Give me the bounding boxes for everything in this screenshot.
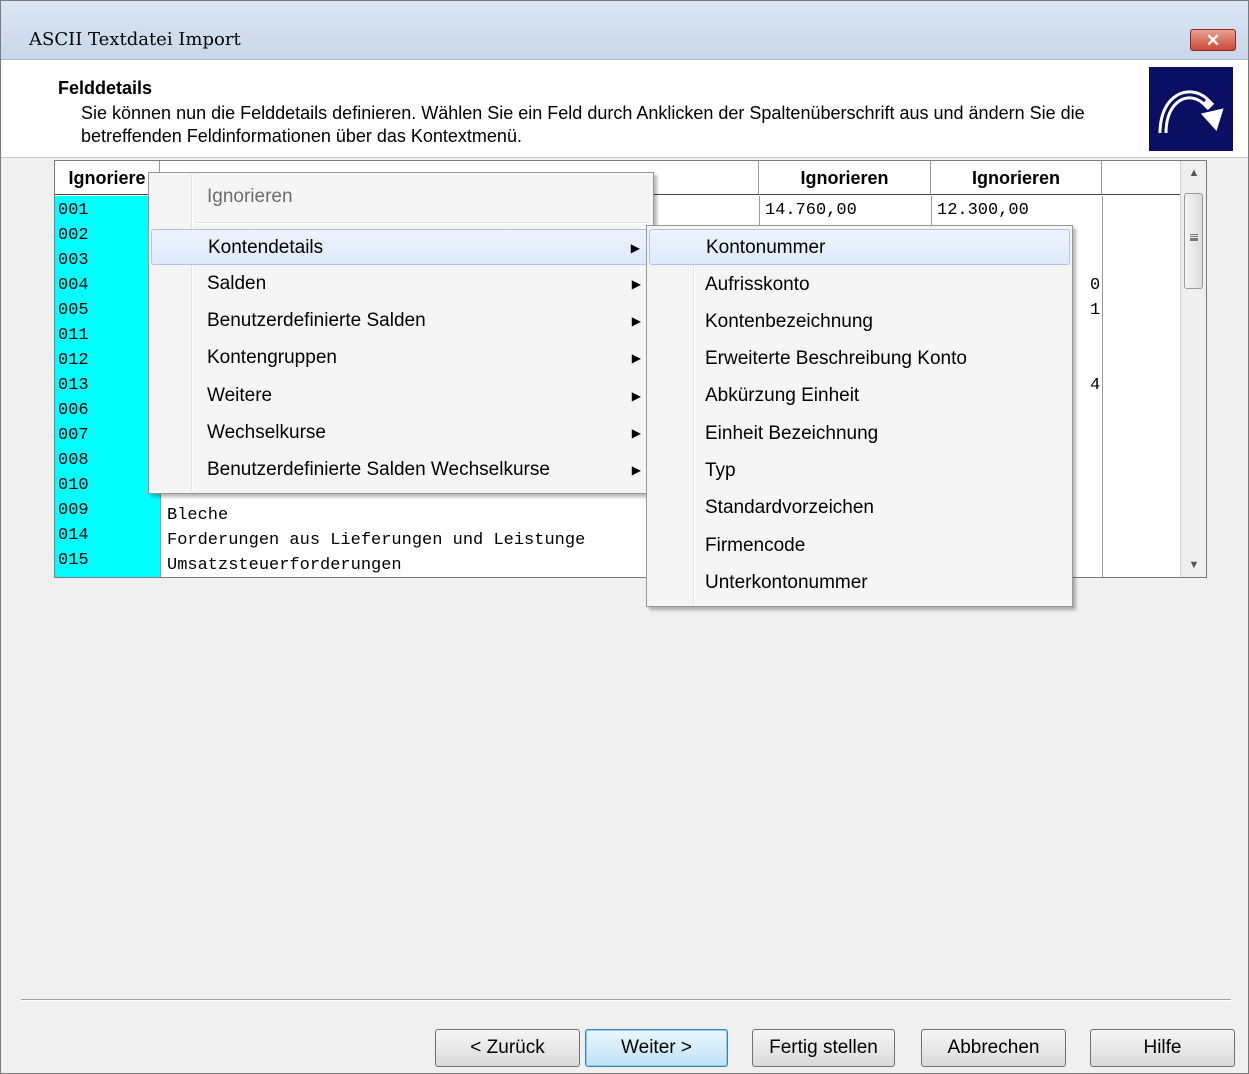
menu-item-label: Firmencode [705, 535, 806, 556]
menu-item-label: Wechselkurse [207, 422, 326, 443]
submenu-item-kontonummer[interactable]: Kontonummer [649, 229, 1070, 265]
menu-item-label: Abkürzung Einheit [705, 385, 860, 406]
menu-item-label: Unterkontonummer [705, 572, 868, 593]
menu-separator [195, 222, 649, 224]
menu-item-label: Benutzerdefinierte Salden [207, 310, 426, 331]
menu-item-ignorieren: Ignorieren [151, 179, 651, 215]
window-title: ASCII Textdatei Import [29, 29, 241, 50]
submenu-arrow-icon: ▶ [630, 241, 640, 255]
id-column: 001 002 003 004 005 011 012 013 006 007 … [55, 196, 160, 577]
table-cell-id: 004 [58, 276, 89, 295]
wizard-header: Felddetails Sie können nun die Felddetai… [1, 60, 1248, 158]
menu-item-label: Kontenbezeichnung [705, 311, 873, 332]
table-cell-id: 014 [58, 526, 89, 545]
menu-item-label: Kontonummer [706, 237, 826, 258]
submenu-arrow-icon: ▶ [631, 351, 641, 365]
table-cell-id: 010 [58, 476, 89, 495]
submenu-item-unterkontonummer[interactable]: Unterkontonummer [649, 565, 1070, 601]
table-cell: 1 [1090, 301, 1101, 320]
menu-item-label: Standardvorzeichen [705, 497, 874, 518]
submenu-item-kontenbezeichnung[interactable]: Kontenbezeichnung [649, 304, 1070, 340]
submenu-item-standardvorzeichen[interactable]: Standardvorzeichen [649, 490, 1070, 526]
menu-item-label: Benutzerdefinierte Salden Wechselkurse [207, 459, 550, 480]
menu-item-salden[interactable]: Salden ▶ [151, 266, 651, 302]
table-cell-id: 012 [58, 351, 89, 370]
submenu-item-aufrisskonto[interactable]: Aufrisskonto [649, 267, 1070, 303]
vertical-scrollbar[interactable]: ▲ ▼ [1180, 161, 1206, 577]
submenu-arrow-icon: ▶ [631, 389, 641, 403]
menu-item-benutzerdefinierte-salden-wechselkurse[interactable]: Benutzerdefinierte Salden Wechselkurse ▶ [151, 452, 651, 488]
menu-item-label: Einheit Bezeichnung [705, 423, 879, 444]
curved-arrow-icon [1149, 67, 1233, 151]
submenu-item-typ[interactable]: Typ [649, 453, 1070, 489]
help-button[interactable]: Hilfe [1090, 1029, 1235, 1067]
submenu-arrow-icon: ▶ [631, 277, 641, 291]
step-title: Felddetails [58, 78, 153, 98]
table-cell-id: 007 [58, 426, 89, 445]
table-cell-id: 015 [58, 551, 89, 570]
footer-divider [21, 999, 1231, 1001]
back-button[interactable]: < Zurück [435, 1029, 580, 1067]
table-cell-id: 003 [58, 251, 89, 270]
submenu-item-firmencode[interactable]: Firmencode [649, 528, 1070, 564]
grip-icon [1190, 234, 1198, 237]
table-cell: 4 [1090, 376, 1101, 395]
submenu-arrow-icon: ▶ [631, 463, 641, 477]
menu-item-label: Typ [705, 460, 736, 481]
menu-item-weitere[interactable]: Weitere ▶ [151, 378, 651, 414]
next-button[interactable]: Weiter > [585, 1029, 728, 1067]
table-cell: 14.760,00 [765, 201, 857, 220]
submenu-item-erweiterte-beschreibung[interactable]: Erweiterte Beschreibung Konto [649, 341, 1070, 377]
submenu-arrow-icon: ▶ [631, 314, 641, 328]
finish-button[interactable]: Fertig stellen [752, 1029, 895, 1067]
submenu-kontendetails: Kontonummer Aufrisskonto Kontenbezeichnu… [646, 225, 1073, 607]
table-cell-id: 009 [58, 501, 89, 520]
close-button[interactable]: ✕ [1190, 29, 1236, 51]
table-cell-id: 013 [58, 376, 89, 395]
menu-item-kontengruppen[interactable]: Kontengruppen ▶ [151, 340, 651, 376]
table-cell: Umsatzsteuerforderungen [167, 556, 402, 575]
menu-item-label: Kontengruppen [207, 347, 337, 368]
column-header-1[interactable]: Ignoriere [55, 161, 160, 195]
menu-item-label: Salden [207, 273, 267, 294]
table-cell-id: 005 [58, 301, 89, 320]
import-dialog: ASCII Textdatei Import ✕ Felddetails Sie… [0, 0, 1249, 1074]
column-header-5[interactable] [1102, 161, 1180, 195]
menu-item-label: Kontendetails [208, 237, 324, 258]
table-cell-id: 006 [58, 401, 89, 420]
table-cell: 12.300,00 [937, 201, 1029, 220]
menu-item-kontendetails[interactable]: Kontendetails ▶ [151, 229, 651, 265]
scroll-up-icon[interactable]: ▲ [1181, 161, 1206, 185]
table-cell-id: 002 [58, 226, 89, 245]
table-cell: Forderungen aus Lieferungen und Leistung… [167, 531, 586, 550]
menu-item-label: Ignorieren [207, 186, 293, 207]
title-bar: ASCII Textdatei Import ✕ [1, 1, 1248, 60]
menu-item-label: Aufrisskonto [705, 274, 810, 295]
table-cell-id: 008 [58, 451, 89, 470]
table-cell-id: 001 [58, 201, 89, 220]
cancel-button[interactable]: Abbrechen [921, 1029, 1066, 1067]
submenu-item-einheit-bezeichnung[interactable]: Einheit Bezeichnung [649, 416, 1070, 452]
menu-item-label: Weitere [207, 385, 273, 406]
table-cell: Bleche [167, 506, 229, 525]
column-divider [1102, 196, 1103, 577]
close-icon: ✕ [1205, 31, 1221, 50]
menu-item-label: Erweiterte Beschreibung Konto [705, 348, 967, 369]
menu-item-wechselkurse[interactable]: Wechselkurse ▶ [151, 415, 651, 451]
column-header-4[interactable]: Ignorieren [931, 161, 1102, 195]
table-cell: 0 [1090, 276, 1101, 295]
scroll-thumb[interactable] [1184, 193, 1203, 289]
submenu-arrow-icon: ▶ [631, 426, 641, 440]
submenu-item-abkuerzung-einheit[interactable]: Abkürzung Einheit [649, 378, 1070, 414]
scroll-down-icon[interactable]: ▼ [1181, 553, 1206, 577]
table-cell-id: 011 [58, 326, 89, 345]
step-description: Sie können nun die Felddetails definiere… [81, 103, 1085, 146]
context-menu: Ignorieren Kontendetails ▶ Salden ▶ Benutz… [148, 172, 654, 494]
column-header-3[interactable]: Ignorieren [759, 161, 931, 195]
menu-item-benutzerdefinierte-salden[interactable]: Benutzerdefinierte Salden ▶ [151, 303, 651, 339]
